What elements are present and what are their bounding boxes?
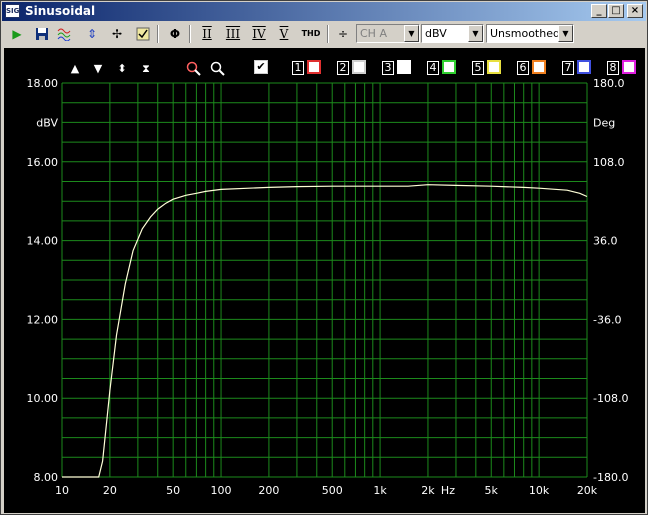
toolbar-separator	[189, 25, 191, 43]
y-tick-label: 18.00	[27, 77, 59, 90]
y2-tick-label: 36.0	[593, 235, 618, 248]
cursor-cross-icon[interactable]: ✢	[107, 24, 127, 44]
x-tick-label: 1k	[373, 484, 387, 497]
mode-one-button[interactable]: II	[197, 24, 217, 44]
play-icon[interactable]: ▶	[7, 24, 27, 44]
unit-select-value: dBV	[425, 27, 447, 40]
y2-tick-label: 108.0	[593, 156, 625, 169]
y2-tick-label: -36.0	[593, 313, 621, 326]
title-bar[interactable]: SIG Sinusoidal _ □ ×	[2, 2, 646, 21]
phase-icon[interactable]: Φ	[165, 24, 185, 44]
y-tick-label: 12.00	[27, 313, 59, 326]
y-tick-label: 16.00	[27, 156, 59, 169]
response-trace	[62, 184, 588, 478]
window-title: Sinusoidal	[25, 4, 96, 18]
mode-two-button[interactable]: III	[223, 24, 243, 44]
chevron-down-icon[interactable]: ▼	[404, 25, 419, 42]
maximize-button[interactable]: □	[608, 4, 624, 18]
channel-select-value: CH A	[360, 27, 387, 40]
frequency-response-chart: 8.00 10.00 12.00 14.00 16.00 18.00 -180.0 -108.…	[27, 77, 629, 497]
channel-select[interactable]: CH A ▼	[356, 24, 420, 43]
chevron-down-icon[interactable]: ▼	[558, 25, 573, 42]
y-tick-label: 14.00	[27, 235, 59, 248]
waveform-icon[interactable]	[55, 24, 75, 44]
toolbar: ▶ ⇕ ✢ Φ II III IV V THD ÷ CH A ▼ dBV ▼ U…	[3, 23, 647, 45]
checklist-icon[interactable]	[133, 24, 153, 44]
chevron-down-icon[interactable]: ▼	[468, 25, 483, 42]
x-tick-label: 200	[258, 484, 279, 497]
minimize-button[interactable]: _	[591, 4, 607, 18]
compress-vertical-icon[interactable]: ⇕	[82, 24, 102, 44]
x-tick-label: 20k	[577, 484, 598, 497]
y2-tick-label: 180.0	[593, 77, 625, 90]
application-window: SIG Sinusoidal _ □ × ▶ ⇕ ✢ Φ II III IV V…	[0, 0, 648, 515]
thd-button[interactable]: THD	[299, 24, 323, 44]
toolbar-separator	[157, 25, 159, 43]
unit-select[interactable]: dBV ▼	[421, 24, 484, 43]
save-icon[interactable]	[32, 24, 52, 44]
x-tick-label: 20	[103, 484, 117, 497]
y-tick-label: 8.00	[34, 471, 59, 484]
plot-panel: ▲ ▼ ⬍ ⧗ ✔ 12345678 8.00 10.00 12.00 14.00 16…	[4, 48, 645, 513]
x-tick-label: 10k	[529, 484, 550, 497]
x-tick-label: 5k	[485, 484, 499, 497]
app-icon: SIG	[5, 4, 20, 18]
smoothing-select[interactable]: Unsmoothed ▼	[486, 24, 574, 43]
mode-four-button[interactable]: V	[274, 24, 294, 44]
x-tick-label: 10	[55, 484, 69, 497]
x-tick-label: 500	[322, 484, 343, 497]
split-divider-icon[interactable]: ÷	[333, 24, 353, 44]
toolbar-separator	[327, 25, 329, 43]
x-tick-label: 50	[166, 484, 180, 497]
y-axis-label: dBV	[36, 116, 58, 129]
x-tick-label: 2k	[421, 484, 435, 497]
y2-tick-label: -108.0	[593, 392, 628, 405]
y-tick-label: 10.00	[27, 392, 59, 405]
y2-tick-label: -180.0	[593, 471, 628, 484]
y2-axis-label: Deg	[593, 116, 615, 129]
mode-three-button[interactable]: IV	[249, 24, 269, 44]
x-tick-label: 100	[211, 484, 232, 497]
smoothing-select-value: Unsmoothed	[490, 27, 560, 40]
x-axis-unit-label: Hz	[441, 484, 455, 497]
close-button[interactable]: ×	[627, 4, 643, 18]
